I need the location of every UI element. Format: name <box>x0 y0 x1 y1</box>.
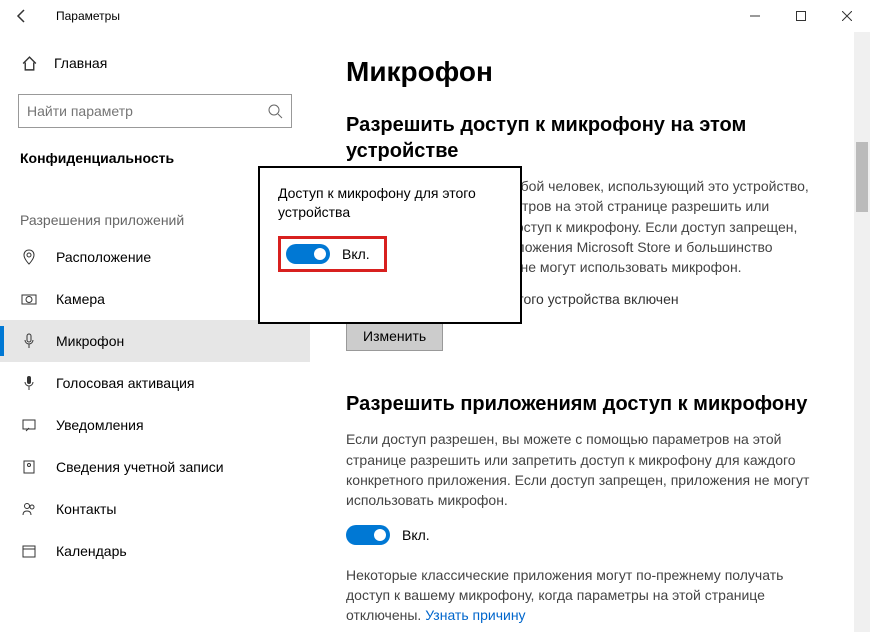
nav-label: Календарь <box>56 543 127 559</box>
apps-toggle-label: Вкл. <box>402 527 430 543</box>
account-icon <box>20 458 38 476</box>
section2-footer: Некоторые классические приложения могут … <box>346 565 824 626</box>
voice-icon <box>20 374 38 392</box>
search-field[interactable] <box>27 103 267 119</box>
section2-body: Если доступ разрешен, вы можете с помощь… <box>346 429 824 510</box>
close-button[interactable] <box>824 0 870 32</box>
home-label: Главная <box>54 55 107 71</box>
window-controls <box>732 0 870 32</box>
nav-label: Микрофон <box>56 333 124 349</box>
arrow-left-icon <box>14 8 30 24</box>
home-nav[interactable]: Главная <box>0 44 310 82</box>
calendar-icon <box>20 542 38 560</box>
sidebar-item-microphone[interactable]: Микрофон <box>0 320 310 362</box>
nav-label: Уведомления <box>56 417 144 433</box>
camera-icon <box>20 290 38 308</box>
page-title: Микрофон <box>346 56 824 88</box>
search-input[interactable] <box>18 94 292 128</box>
search-icon <box>267 103 283 119</box>
apps-access-toggle[interactable] <box>346 525 390 545</box>
location-icon <box>20 248 38 266</box>
minimize-button[interactable] <box>732 0 778 32</box>
sidebar-item-voice[interactable]: Голосовая активация <box>0 362 310 404</box>
sidebar-item-calendar[interactable]: Календарь <box>0 530 310 572</box>
nav-label: Расположение <box>56 249 151 265</box>
back-button[interactable] <box>8 2 36 30</box>
device-access-toggle[interactable] <box>286 244 330 264</box>
main-content: Микрофон Разрешить доступ к микрофону на… <box>310 32 870 632</box>
learn-why-link[interactable]: Узнать причину <box>425 607 525 623</box>
titlebar: Параметры <box>0 0 870 32</box>
popup-title: Доступ к микрофону для этого устройства <box>278 184 502 222</box>
section2-heading: Разрешить приложениям доступ к микрофону <box>346 391 824 417</box>
nav-label: Голосовая активация <box>56 375 195 391</box>
sidebar-item-account[interactable]: Сведения учетной записи <box>0 446 310 488</box>
home-icon <box>20 54 38 72</box>
contacts-icon <box>20 500 38 518</box>
device-access-popup: Доступ к микрофону для этого устройства … <box>258 166 522 324</box>
maximize-button[interactable] <box>778 0 824 32</box>
change-button[interactable]: Изменить <box>346 321 443 351</box>
scrollbar-track[interactable] <box>854 32 870 632</box>
section1-heading: Разрешить доступ к микрофону на этом уст… <box>346 112 824 164</box>
scrollbar-thumb[interactable] <box>856 142 868 212</box>
sidebar: Главная Конфиденциальность Разрешения пр… <box>0 32 310 632</box>
microphone-icon <box>20 332 38 350</box>
sidebar-item-contacts[interactable]: Контакты <box>0 488 310 530</box>
sidebar-item-notifications[interactable]: Уведомления <box>0 404 310 446</box>
nav-label: Сведения учетной записи <box>56 459 224 475</box>
nav-label: Контакты <box>56 501 116 517</box>
popup-toggle-highlight: Вкл. <box>278 236 387 272</box>
nav-label: Камера <box>56 291 105 307</box>
notification-icon <box>20 416 38 434</box>
window-title: Параметры <box>56 9 120 23</box>
popup-toggle-label: Вкл. <box>342 246 370 262</box>
